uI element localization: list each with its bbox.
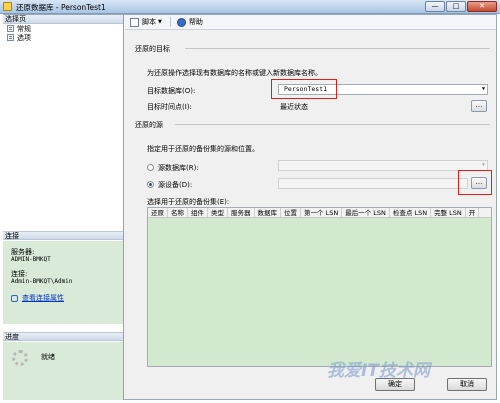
toolbar: 脚本 ▼ 帮助: [125, 15, 496, 30]
backup-sets-label: 选择用于还原的备份集(E):: [147, 198, 230, 206]
restore-target-description: 为还原操作选择现有数据库的名称或键入新数据库名称。: [147, 69, 322, 77]
help-button[interactable]: 帮助: [176, 17, 203, 27]
title-bar: 还原数据库 - PersonTest1 — □ ✕: [0, 0, 500, 14]
progress-spinner-icon: [12, 350, 28, 366]
database-icon: [3, 2, 12, 11]
site-watermark: 我爱IT技术网: [327, 361, 430, 381]
source-database-label: 源数据库(R):: [158, 164, 199, 172]
column-header[interactable]: 第一个 LSN: [301, 208, 343, 217]
target-database-highlight: [271, 79, 337, 99]
page-item-label: 选项: [17, 33, 31, 42]
close-button[interactable]: ✕: [467, 1, 497, 12]
column-header[interactable]: 还原: [148, 208, 168, 217]
restore-source-description: 指定用于还原的备份集的源和位置。: [147, 145, 259, 153]
connection-label: 连接:: [11, 270, 28, 278]
progress-panel: 就绪: [3, 342, 123, 400]
source-database-radio[interactable]: [147, 164, 154, 171]
connection-header: 连接: [3, 231, 123, 240]
restore-source-title: 还原的源: [135, 121, 163, 129]
view-connection-properties-label: 查看连接属性: [22, 294, 64, 302]
chevron-down-icon: ▼: [481, 86, 485, 92]
minimize-button[interactable]: —: [425, 1, 445, 12]
target-time-browse-button[interactable]: ...: [471, 100, 487, 112]
column-header[interactable]: 完整 LSN: [431, 208, 466, 217]
script-icon: [130, 17, 139, 27]
column-header[interactable]: 服务器: [228, 208, 255, 217]
server-value: ADMIN-BMKQT: [11, 256, 51, 263]
column-header[interactable]: 最后一个 LSN: [342, 208, 390, 217]
grid-header: 还原 名称 组件 类型 服务器 数据库 位置 第一个 LSN 最后一个 LSN …: [148, 208, 491, 218]
chevron-down-icon: ▼: [481, 162, 485, 168]
progress-status: 就绪: [41, 353, 55, 361]
target-time-label: 目标时间点(I):: [147, 103, 192, 111]
source-device-radio[interactable]: [147, 181, 154, 188]
target-database-label: 目标数据库(O):: [147, 87, 196, 95]
section-divider: [175, 124, 490, 125]
column-header[interactable]: 位置: [281, 208, 301, 217]
source-device-field[interactable]: [278, 178, 468, 189]
section-divider: [185, 48, 490, 49]
maximize-button[interactable]: □: [446, 1, 466, 12]
connection-value: Admin-BMKQT\Admin: [11, 278, 73, 285]
window-controls: — □ ✕: [424, 1, 497, 12]
connection-panel: 服务器: ADMIN-BMKQT 连接: Admin-BMKQT\Admin 查…: [3, 241, 123, 324]
toolbar-divider: [169, 17, 171, 27]
page-item-options[interactable]: 选项: [3, 33, 123, 42]
column-header[interactable]: 开: [466, 208, 480, 217]
progress-header: 进度: [3, 332, 123, 341]
help-label: 帮助: [188, 18, 203, 26]
script-label: 脚本: [142, 18, 156, 26]
source-device-label: 源设备(D):: [158, 181, 193, 189]
restore-target-title: 还原的目标: [135, 45, 170, 53]
column-header[interactable]: 组件: [188, 208, 208, 217]
script-button[interactable]: 脚本 ▼: [130, 17, 162, 27]
page-icon: [7, 34, 14, 41]
help-icon: [176, 17, 186, 27]
column-header[interactable]: 名称: [168, 208, 188, 217]
source-database-combo[interactable]: ▼: [278, 160, 488, 171]
server-label: 服务器:: [11, 248, 35, 256]
window-title: 还原数据库 - PersonTest1: [16, 3, 106, 12]
backup-sets-grid[interactable]: 还原 名称 组件 类型 服务器 数据库 位置 第一个 LSN 最后一个 LSN …: [147, 207, 492, 367]
chevron-down-icon: ▼: [158, 19, 162, 25]
browse-button-highlight: [458, 170, 492, 195]
main-panel: 还原的目标 为还原操作选择现有数据库的名称或键入新数据库名称。 目标数据库(O)…: [125, 31, 496, 400]
target-time-value: 最近状态: [280, 103, 308, 111]
column-header[interactable]: 类型: [208, 208, 228, 217]
left-pane: 选择页 常规 选项 连接 服务器: ADMIN-BMKQT 连接: Admin-…: [3, 15, 124, 400]
view-connection-properties-link[interactable]: 查看连接属性: [11, 294, 115, 302]
column-header[interactable]: 数据库: [255, 208, 281, 217]
column-header[interactable]: 检查点 LSN: [390, 208, 432, 217]
page-icon: [7, 25, 14, 32]
properties-icon: [11, 294, 18, 302]
